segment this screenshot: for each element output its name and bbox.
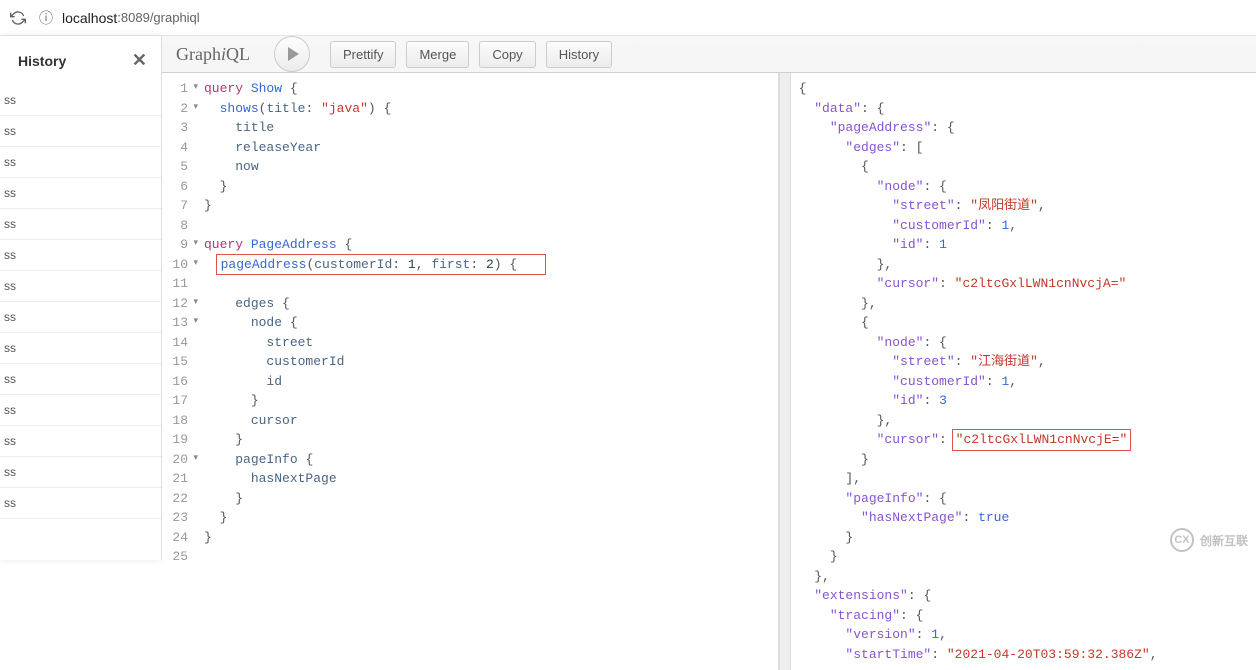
history-item[interactable]: ss xyxy=(0,85,161,116)
browser-address-bar: ⓘ localhost:8089/graphiql xyxy=(0,0,1256,36)
history-button[interactable]: History xyxy=(546,41,612,68)
history-item[interactable]: ss xyxy=(0,271,161,302)
close-icon[interactable]: ✕ xyxy=(132,50,147,71)
watermark-text: 创新互联 xyxy=(1200,532,1248,549)
query-editor[interactable]: 1 2 3 4 5 6 7 8 9 10 11 12 13 14 15 16 1… xyxy=(162,73,779,670)
history-item[interactable]: ss xyxy=(0,457,161,488)
copy-button[interactable]: Copy xyxy=(479,41,535,68)
toolbar: GraphiQL Prettify Merge Copy History xyxy=(162,36,1256,73)
watermark-icon: CX xyxy=(1170,528,1194,552)
prettify-button[interactable]: Prettify xyxy=(330,41,396,68)
history-title: History xyxy=(18,53,66,69)
merge-button[interactable]: Merge xyxy=(406,41,469,68)
play-icon xyxy=(288,47,299,61)
history-item[interactable]: ss xyxy=(0,488,161,519)
line-gutter: 1 2 3 4 5 6 7 8 9 10 11 12 13 14 15 16 1… xyxy=(162,73,196,670)
history-item[interactable]: ss xyxy=(0,302,161,333)
history-list: ss ss ss ss ss ss ss ss ss ss ss ss ss s… xyxy=(0,85,161,519)
site-info-icon[interactable]: ⓘ xyxy=(38,10,54,26)
history-item[interactable]: ss xyxy=(0,333,161,364)
history-item[interactable]: ss xyxy=(0,426,161,457)
query-code[interactable]: query Show { shows(title: "java") { titl… xyxy=(196,73,778,670)
history-item[interactable]: ss xyxy=(0,178,161,209)
history-item[interactable]: ss xyxy=(0,116,161,147)
graphiql-logo: GraphiQL xyxy=(176,44,250,65)
execute-button[interactable] xyxy=(274,36,310,72)
url-host: localhost xyxy=(62,10,117,26)
history-item[interactable]: ss xyxy=(0,395,161,426)
history-item[interactable]: ss xyxy=(0,364,161,395)
url-port: :8089 xyxy=(117,10,150,25)
history-item[interactable]: ss xyxy=(0,240,161,271)
watermark: CX 创新互联 xyxy=(1170,528,1248,552)
url-path: /graphiql xyxy=(150,10,200,25)
result-viewer[interactable]: { "data": { "pageAddress": { "edges": [ … xyxy=(791,73,1256,670)
history-panel: History ✕ ss ss ss ss ss ss ss ss ss ss … xyxy=(0,36,162,560)
history-item[interactable]: ss xyxy=(0,147,161,178)
history-item[interactable]: ss xyxy=(0,209,161,240)
reload-icon[interactable] xyxy=(8,8,28,28)
pane-divider[interactable] xyxy=(779,73,791,670)
